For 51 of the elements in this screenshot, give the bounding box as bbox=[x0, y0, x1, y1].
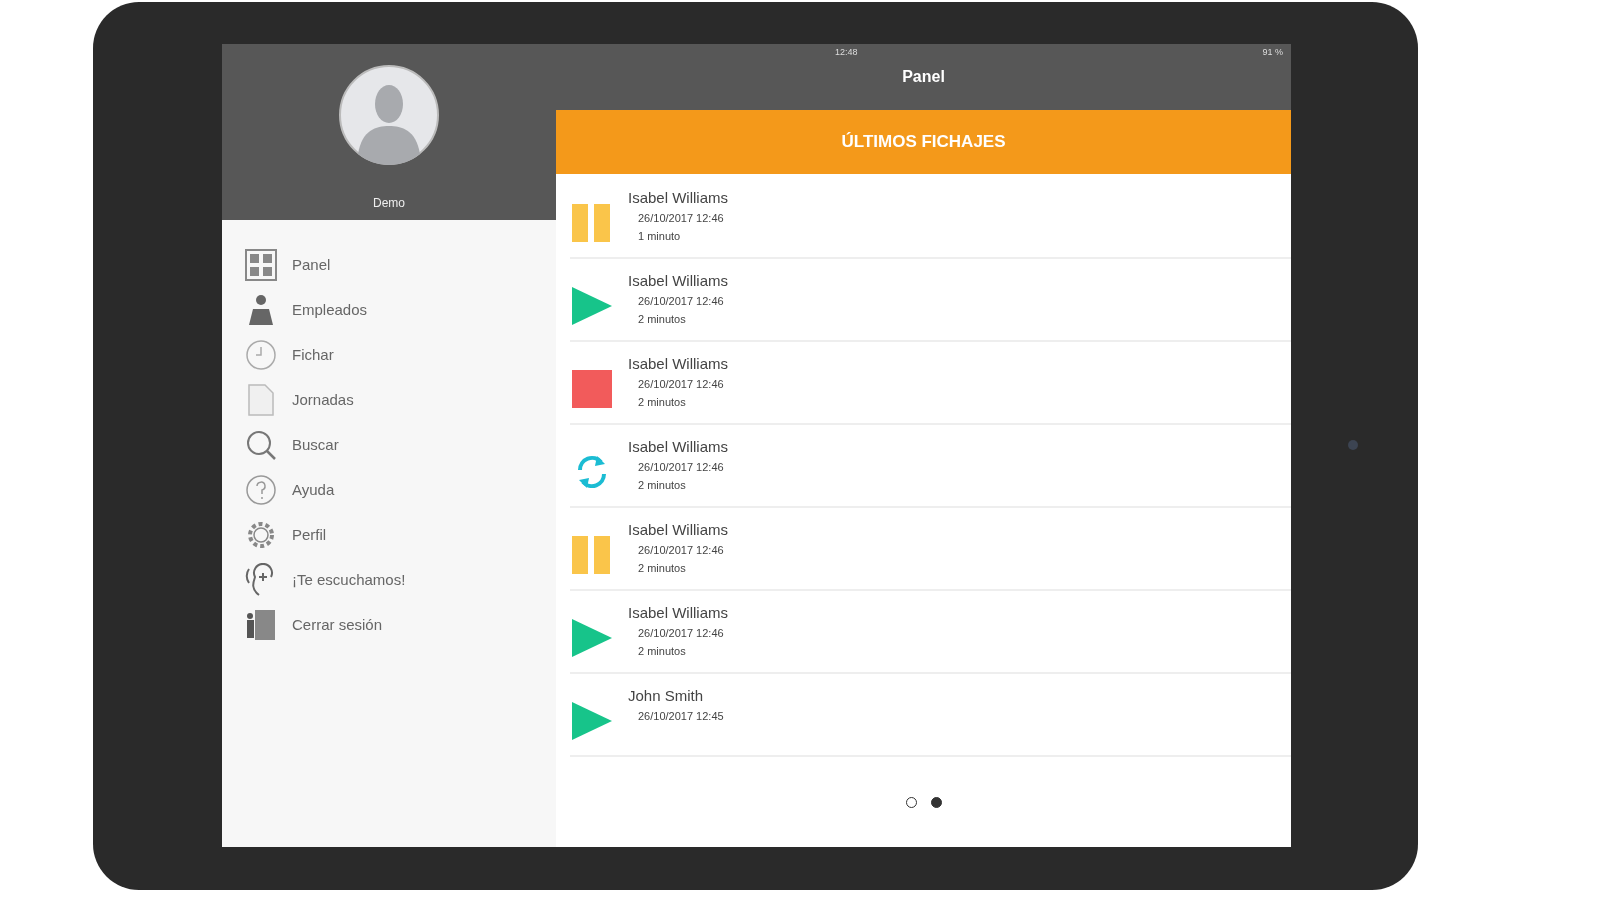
menu-item[interactable]: Panel bbox=[292, 256, 331, 273]
menu-item[interactable]: Jornadas bbox=[292, 391, 354, 408]
sync-icon bbox=[575, 453, 609, 491]
pause-icon bbox=[572, 204, 612, 242]
battery-level: 91 % bbox=[1262, 47, 1283, 57]
employee-name: Isabel Williams bbox=[628, 521, 729, 538]
entry-duration: 2 minutos bbox=[638, 479, 687, 491]
menu-item[interactable]: Perfil bbox=[292, 526, 327, 543]
menu-item[interactable]: Ayuda bbox=[292, 481, 335, 498]
menu-item[interactable]: Buscar bbox=[292, 436, 339, 453]
screen-title: Panel bbox=[902, 68, 945, 86]
search-icon bbox=[245, 428, 277, 461]
entry-date: 26/10/2017 12:46 bbox=[638, 544, 725, 556]
employee-name: Isabel Williams bbox=[628, 438, 729, 455]
entry-duration: 2 minutos bbox=[638, 313, 687, 325]
entry-date: 26/10/2017 12:46 bbox=[638, 212, 725, 224]
menu-item[interactable]: Fichar bbox=[292, 346, 334, 363]
entry-duration: 2 minutos bbox=[638, 562, 687, 574]
banner-title: ÚLTIMOS FICHAJES bbox=[841, 132, 1006, 152]
stop-icon bbox=[572, 370, 612, 408]
play-icon bbox=[572, 619, 612, 657]
employee-name: John Smith bbox=[628, 687, 705, 704]
entry-date: 26/10/2017 12:46 bbox=[638, 295, 725, 307]
entry-date: 26/10/2017 12:46 bbox=[638, 461, 725, 473]
camera-icon bbox=[1348, 440, 1358, 450]
entry-duration: 2 minutos bbox=[638, 645, 687, 657]
page-dot[interactable] bbox=[930, 796, 942, 808]
clock-icon bbox=[245, 338, 277, 371]
employee-name: Isabel Williams bbox=[628, 272, 729, 289]
employee-name: Isabel Williams bbox=[628, 604, 729, 621]
entry-duration: 1 minuto bbox=[638, 230, 682, 242]
document-icon bbox=[248, 383, 274, 416]
avatar-icon bbox=[338, 64, 440, 166]
menu-item[interactable]: Cerrar sesión bbox=[292, 616, 383, 633]
clock-time: 12:48 bbox=[834, 47, 858, 57]
entry-date: 26/10/2017 12:46 bbox=[638, 378, 725, 390]
person-icon bbox=[247, 293, 275, 326]
entry-date: 26/10/2017 12:46 bbox=[638, 627, 725, 639]
user-name: Demo bbox=[373, 196, 405, 210]
menu-item[interactable]: ¡Te escuchamos! bbox=[292, 571, 406, 588]
help-icon bbox=[245, 473, 277, 506]
entry-date: 26/10/2017 12:45 bbox=[638, 710, 724, 722]
menu-item[interactable]: Empleados bbox=[292, 301, 368, 318]
play-icon bbox=[572, 702, 612, 740]
grid-icon bbox=[245, 248, 277, 281]
entry-duration: 2 minutos bbox=[638, 396, 687, 408]
exit-icon bbox=[245, 607, 277, 642]
employee-name: Isabel Williams bbox=[628, 189, 729, 206]
play-icon bbox=[572, 287, 612, 325]
employee-name: Isabel Williams bbox=[628, 355, 729, 372]
pause-icon bbox=[572, 536, 612, 574]
